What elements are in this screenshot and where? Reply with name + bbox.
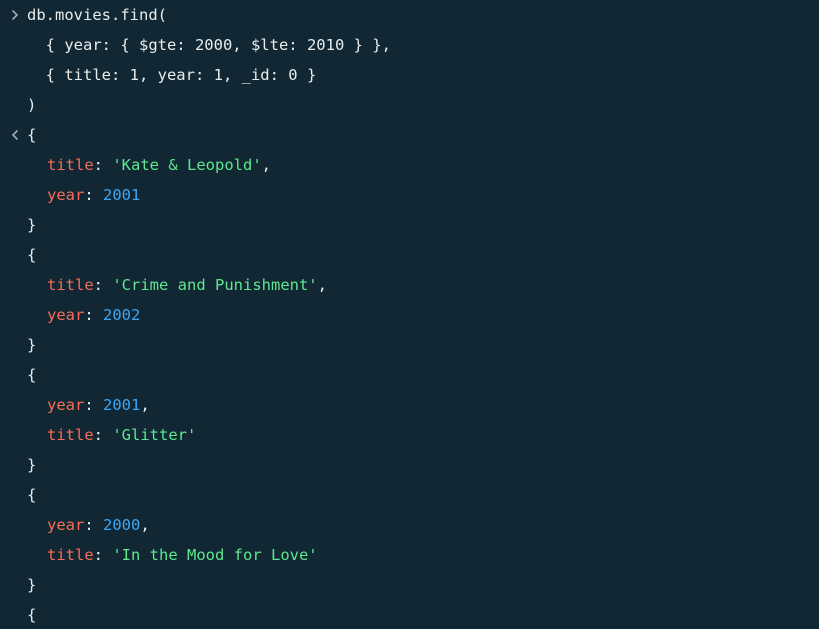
- field-colon: :: [93, 546, 113, 564]
- result-close-brace: }: [0, 330, 37, 360]
- result-close-brace: }: [0, 570, 37, 600]
- close-brace: }: [27, 456, 37, 474]
- result-field: year: 2000,: [0, 510, 150, 540]
- field-key: year: [47, 186, 85, 204]
- field-colon: :: [93, 156, 113, 174]
- command-text: ): [27, 96, 37, 114]
- open-brace: {: [27, 606, 37, 624]
- close-brace: }: [27, 336, 37, 354]
- field-colon: :: [84, 186, 103, 204]
- field-value: 2002: [103, 306, 141, 324]
- command-line-4: ): [0, 90, 37, 120]
- field-comma: ,: [317, 276, 327, 294]
- field-comma: ,: [140, 516, 150, 534]
- result-close-brace: }: [0, 210, 37, 240]
- field-colon: :: [84, 306, 103, 324]
- result-field: year: 2002: [0, 300, 140, 330]
- field-key: title: [47, 276, 94, 294]
- field-key: title: [47, 156, 94, 174]
- open-brace: {: [27, 246, 37, 264]
- command-line-2: { year: { $gte: 2000, $lte: 2010 } },: [0, 30, 391, 60]
- result-field: title: 'Glitter': [0, 420, 196, 450]
- result-open-brace: {: [0, 480, 37, 510]
- result-open-brace: {: [0, 360, 37, 390]
- chevron-right-icon: [9, 0, 21, 30]
- field-colon: :: [84, 516, 103, 534]
- open-brace: {: [27, 126, 37, 144]
- field-value: 2000: [103, 516, 141, 534]
- field-colon: :: [93, 426, 113, 444]
- mongo-shell-output: db.movies.find( { year: { $gte: 2000, $l…: [0, 0, 819, 629]
- field-colon: :: [84, 396, 103, 414]
- result-field: year: 2001: [0, 180, 140, 210]
- field-key: year: [47, 516, 85, 534]
- command-text: { year: { $gte: 2000, $lte: 2010 } },: [27, 36, 391, 54]
- close-brace: }: [27, 576, 37, 594]
- field-key: title: [47, 546, 94, 564]
- result-field: title: 'Kate & Leopold',: [0, 150, 271, 180]
- field-value: 'In the Mood for Love': [112, 546, 318, 564]
- result-open-brace: {: [0, 240, 37, 270]
- command-text: db.movies.find(: [27, 6, 167, 24]
- result-close-brace: }: [0, 450, 37, 480]
- close-brace: }: [27, 216, 37, 234]
- field-comma: ,: [261, 156, 271, 174]
- result-open-brace: {: [0, 120, 37, 150]
- command-line-3: { title: 1, year: 1, _id: 0 }: [0, 60, 317, 90]
- field-value: 2001: [103, 186, 141, 204]
- field-value: 2001: [103, 396, 141, 414]
- result-field: title: 'In the Mood for Love': [0, 540, 318, 570]
- field-key: title: [47, 426, 94, 444]
- open-brace: {: [27, 366, 37, 384]
- result-field: title: 'Crime and Punishment',: [0, 270, 327, 300]
- result-open-brace: {: [0, 600, 37, 629]
- field-value: 'Glitter': [112, 426, 197, 444]
- field-key: year: [47, 396, 85, 414]
- field-value: 'Kate & Leopold': [112, 156, 262, 174]
- open-brace: {: [27, 486, 37, 504]
- chevron-left-icon: [9, 120, 21, 150]
- field-colon: :: [93, 276, 113, 294]
- field-value: 'Crime and Punishment': [112, 276, 318, 294]
- field-key: year: [47, 306, 85, 324]
- field-comma: ,: [140, 396, 150, 414]
- command-text: { title: 1, year: 1, _id: 0 }: [27, 66, 317, 84]
- result-field: year: 2001,: [0, 390, 150, 420]
- command-line-1: db.movies.find(: [0, 0, 167, 30]
